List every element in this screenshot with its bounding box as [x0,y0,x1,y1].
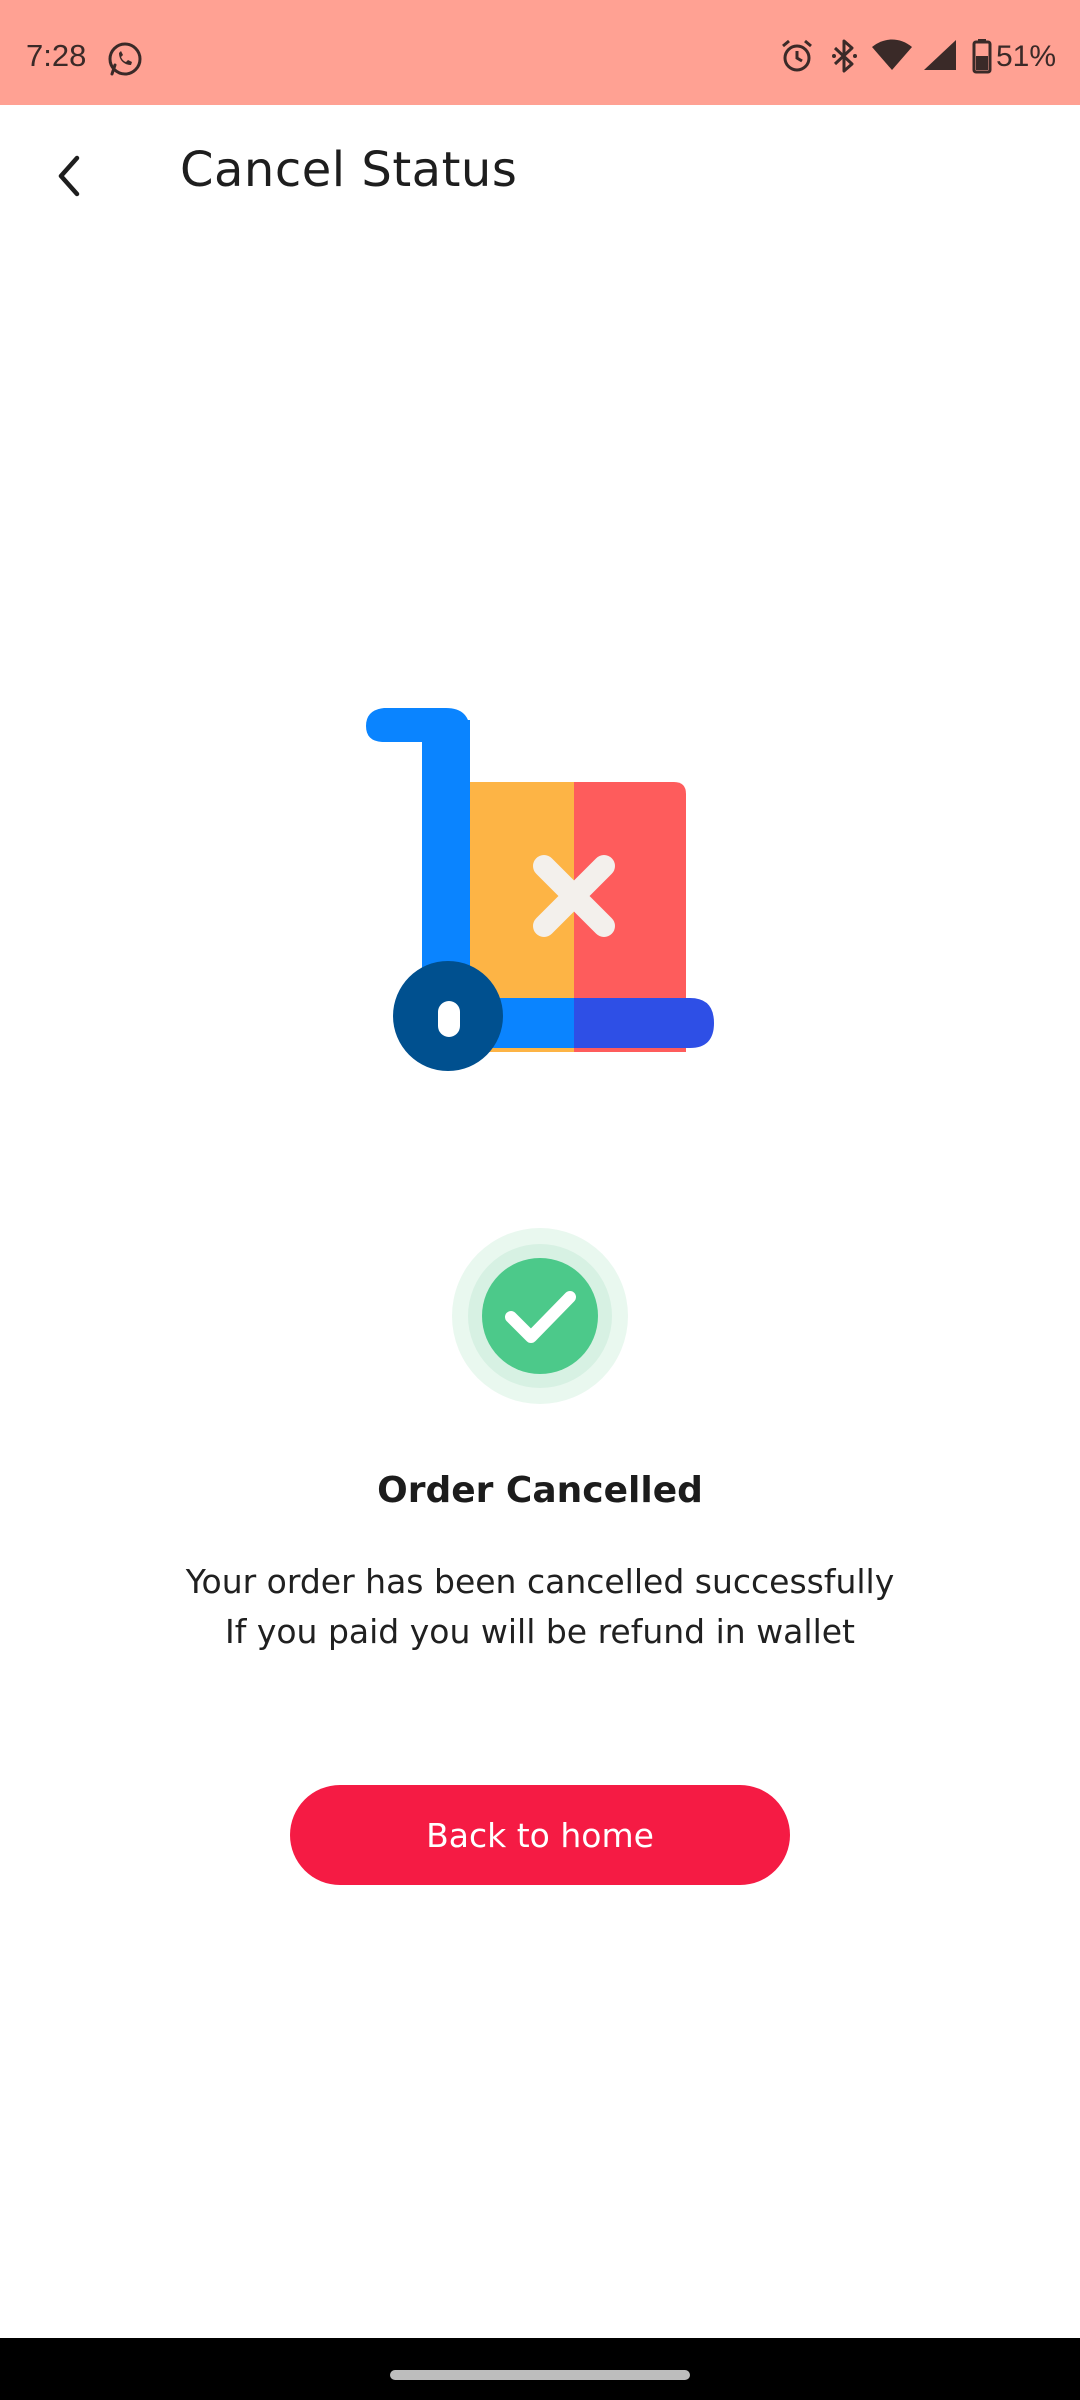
cancelled-cart-icon [366,708,714,1071]
battery-percent: 51% [996,40,1057,73]
home-indicator[interactable] [390,2370,690,2380]
status-heading: Order Cancelled [377,1470,703,1511]
signal-icon [924,40,956,70]
wifi-icon [872,39,912,70]
page-title: Cancel Status [180,142,518,198]
back-button[interactable] [36,136,102,216]
status-message-line-2: If you paid you will be refund in wallet [225,1612,855,1651]
status-time: 7:28 [26,38,87,73]
navigation-bar [0,2338,1080,2400]
check-circle-icon [452,1228,628,1404]
whatsapp-icon [108,42,142,76]
status-message-line-1: Your order has been cancelled successful… [185,1562,895,1601]
chevron-left-icon [58,155,80,197]
cancel-status-screen: 7:28 51% Cancel Status Order Cancelled Y… [0,0,1080,2400]
status-bar: 7:28 51% [0,0,1080,105]
bluetooth-icon [832,39,857,73]
alarm-icon [782,39,812,72]
battery-icon [972,39,992,74]
back-to-home-button[interactable]: Back to home [290,1785,790,1885]
